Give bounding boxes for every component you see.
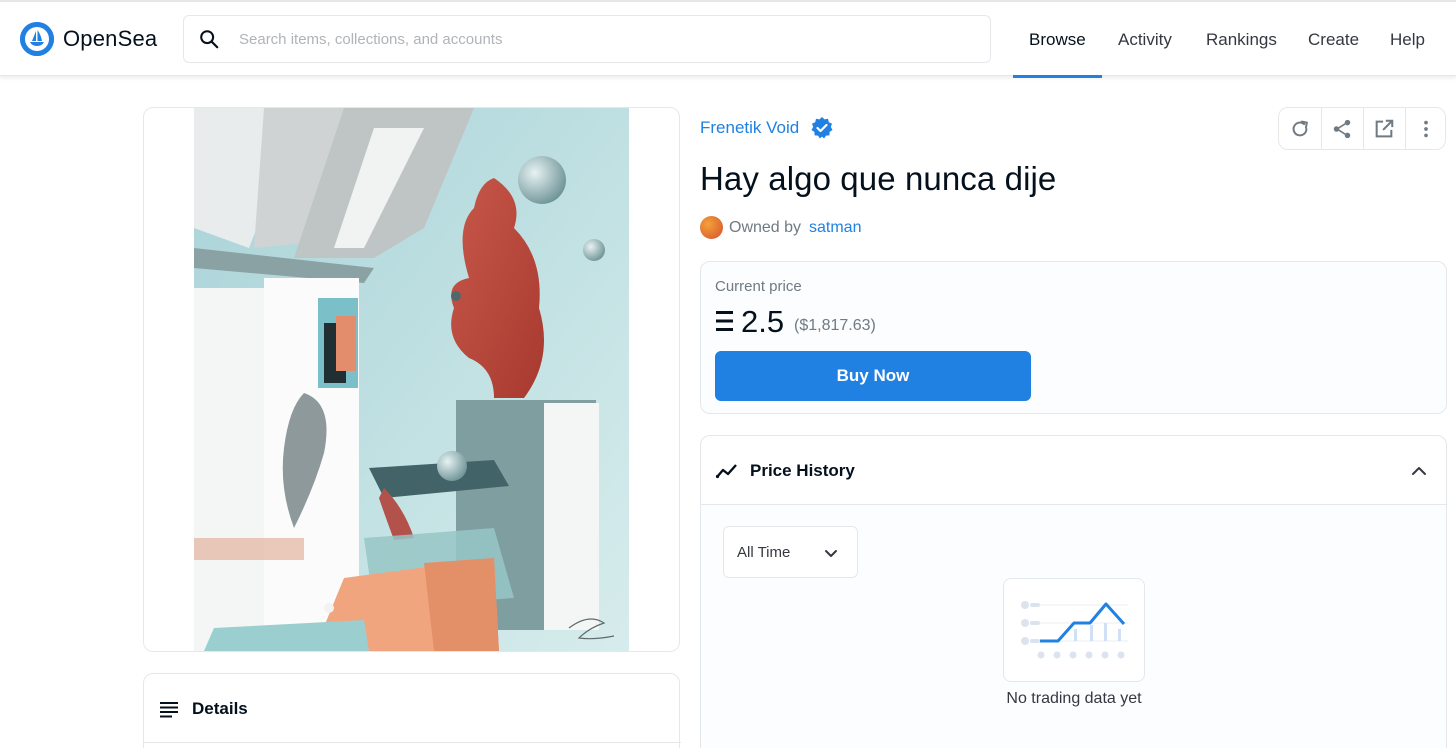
trending-icon	[715, 464, 737, 479]
item-actions-toolbar	[1278, 107, 1446, 150]
top-navbar: OpenSea Browse Activity Rankings Create …	[0, 2, 1456, 78]
nav-active-indicator	[1013, 75, 1102, 78]
more-icon	[1424, 120, 1428, 137]
opensea-logo-icon[interactable]	[20, 22, 54, 56]
refresh-icon	[1292, 120, 1308, 136]
nft-artwork-image[interactable]	[194, 108, 629, 651]
details-panel[interactable]: Details	[143, 673, 681, 748]
nav-create[interactable]: Create	[1308, 30, 1359, 50]
chevron-down-icon	[825, 550, 837, 557]
chevron-up-icon[interactable]	[1409, 461, 1429, 481]
price-usd: ($1,817.63)	[794, 317, 876, 334]
verified-badge-icon	[811, 117, 833, 139]
collection-link[interactable]: Frenetik Void	[700, 118, 799, 138]
price-panel: Current price 2.5 ($1,817.63) Buy Now	[700, 261, 1447, 414]
refresh-button[interactable]	[1279, 108, 1321, 149]
list-icon	[160, 702, 178, 718]
search-icon	[200, 30, 219, 49]
owner-link[interactable]: satman	[809, 219, 861, 237]
details-divider	[144, 742, 681, 743]
owned-by-label: Owned by	[729, 219, 802, 236]
time-range-value: All Time	[737, 544, 791, 561]
current-price-label: Current price	[715, 278, 802, 295]
nft-image-card[interactable]	[143, 107, 680, 652]
chart-placeholder-icon	[1021, 601, 1128, 659]
buy-now-button[interactable]: Buy Now	[715, 351, 1031, 401]
time-range-select[interactable]: All Time	[723, 526, 858, 578]
owner-avatar[interactable]	[700, 216, 723, 239]
price-history-title: Price History	[750, 461, 855, 480]
search-bar[interactable]	[183, 15, 991, 63]
more-options-button[interactable]	[1405, 108, 1447, 149]
nav-rankings[interactable]: Rankings	[1206, 30, 1277, 50]
nav-activity[interactable]: Activity	[1118, 30, 1172, 50]
price-history-panel: Price History All Time No trading data y…	[700, 435, 1447, 748]
nav-browse[interactable]: Browse	[1029, 30, 1086, 50]
share-icon	[1333, 119, 1351, 138]
price-history-header[interactable]: Price History	[701, 436, 1446, 505]
open-external-button[interactable]	[1363, 108, 1405, 149]
no-trading-data-text: No trading data yet	[1006, 690, 1142, 707]
item-title: Hay algo que nunca dije	[700, 160, 1057, 197]
price-value: 2.5	[741, 304, 785, 339]
nav-help[interactable]: Help	[1390, 30, 1425, 50]
share-button[interactable]	[1321, 108, 1363, 149]
eth-icon	[716, 311, 733, 331]
brand-name[interactable]: OpenSea	[63, 26, 157, 52]
external-link-icon	[1375, 119, 1394, 137]
details-title[interactable]: Details	[192, 699, 248, 719]
empty-chart-illustration	[1003, 578, 1145, 682]
search-input[interactable]	[239, 16, 979, 62]
